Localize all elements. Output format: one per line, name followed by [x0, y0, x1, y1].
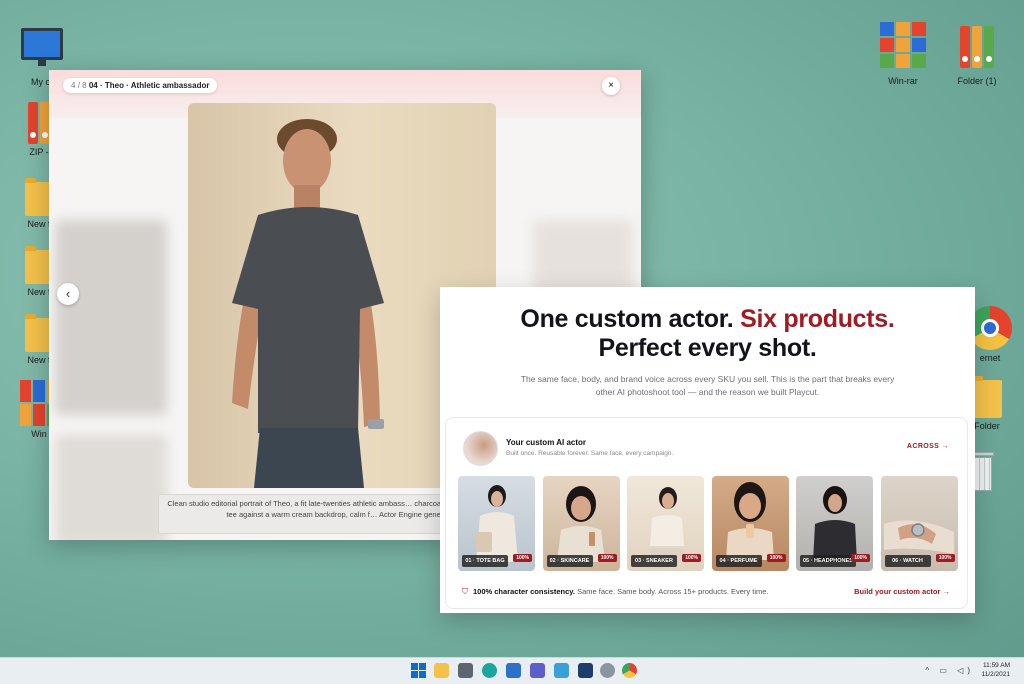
consistency-badge: 100%	[851, 554, 870, 562]
consistency-badge: 100%	[935, 554, 955, 562]
product-label: 05 · HEADPHONES	[800, 555, 856, 567]
product-card[interactable]: 04 · PERFUME 100%	[711, 476, 789, 571]
clock-date: 11/2/2021	[981, 671, 1010, 678]
avatar	[463, 431, 498, 466]
consistency-bold: 100% character consistency.	[473, 587, 576, 596]
close-icon: ×	[608, 80, 614, 91]
settings-icon[interactable]	[600, 663, 615, 678]
store-icon[interactable]	[506, 663, 521, 678]
counter-total: 8	[82, 81, 87, 90]
chevron-left-icon: ‹	[65, 286, 71, 301]
clock[interactable]: 11:59 AM 11/2/2021	[982, 661, 1010, 679]
shield-check-icon: ⛉	[462, 587, 468, 596]
teams-icon[interactable]	[530, 663, 545, 678]
binder-icon	[942, 26, 1012, 68]
consistency-badge: 100%	[766, 554, 786, 562]
edge-icon[interactable]	[482, 663, 497, 678]
counter-separator: /	[77, 81, 80, 90]
image-title: 04 · Theo · Athletic ambassador	[88, 81, 210, 90]
product-card[interactable]: 02 · SKINCARE 100%	[542, 476, 620, 571]
previous-image-button[interactable]: ‹	[57, 283, 79, 305]
consistency-text: Same face. Same body. Across 15+ product…	[575, 587, 769, 596]
desktop-icon-folder-1[interactable]: Folder (1)	[942, 26, 1012, 86]
desktop-icon-winrar[interactable]: Win-rar	[868, 22, 938, 86]
photos-icon[interactable]	[554, 663, 569, 678]
blurred-thumbnail	[55, 220, 167, 415]
system-tray-icons[interactable]: ^ ▭ ◁)	[925, 666, 974, 675]
recycle-bin-icon[interactable]	[972, 452, 994, 492]
model-figure	[726, 482, 774, 560]
headline-accent: Six products.	[740, 305, 895, 333]
desktop-icon-label: Folder (1)	[957, 76, 997, 86]
actor-title: Your custom AI actor	[506, 438, 587, 447]
camera-icon[interactable]	[458, 663, 473, 678]
consistency-badge: 100%	[513, 554, 532, 562]
actor-subtitle: Built once. Reusable forever. Same face,…	[506, 450, 674, 457]
product-label: 02 · SKINCARE	[546, 555, 593, 567]
landing-section: One custom actor. Six products. Perfect …	[440, 287, 975, 613]
model-figure	[557, 486, 605, 562]
headline-line-2: Perfect every shot.	[598, 334, 817, 362]
taskbar: ^ ▭ ◁) 11:59 AM 11/2/2021	[0, 657, 1024, 684]
folder-icon	[972, 376, 1002, 418]
headline-part-1: One custom actor.	[520, 305, 734, 333]
across-link[interactable]: ACROSS →	[907, 443, 949, 450]
chrome-icon[interactable]	[622, 663, 637, 678]
product-label: 06 · WATCH	[884, 555, 931, 567]
product-card[interactable]: 03 · SNEAKER 100%	[627, 476, 704, 571]
subheadline: The same face, body, and brand voice acr…	[520, 374, 895, 397]
winrar-icon	[880, 22, 926, 68]
image-counter: 4 / 8 04 · Theo · Athletic ambassador	[63, 78, 218, 93]
build-actor-link[interactable]: Build your custom actor →	[854, 587, 950, 596]
product-card[interactable]: 01 · TOTE BAG 100%	[458, 476, 535, 571]
product-cards: 01 · TOTE BAG 100% 02 · SKINCARE 100% 03…	[458, 476, 958, 571]
model-figure	[475, 485, 518, 562]
windows-start-icon[interactable]	[411, 663, 426, 678]
product-label: 04 · PERFUME	[715, 555, 762, 567]
consistency-note: ⛉ 100% character consistency. Same face. …	[462, 587, 769, 597]
model-figure	[812, 486, 857, 562]
headline: One custom actor. Six products. Perfect …	[440, 305, 975, 363]
consistency-badge: 100%	[682, 554, 701, 562]
product-card[interactable]: 06 · WATCH 100%	[880, 476, 958, 571]
model-figure	[649, 487, 684, 558]
app-icon[interactable]	[578, 663, 593, 678]
product-label: 01 · TOTE BAG	[462, 555, 508, 567]
actor-panel: Your custom AI actor Built once. Reusabl…	[445, 417, 968, 609]
hand-with-watch	[884, 520, 954, 554]
close-button[interactable]: ×	[602, 77, 620, 95]
consistency-badge: 100%	[597, 554, 617, 562]
clock-time: 11:59 AM	[983, 662, 1010, 669]
computer-icon	[21, 28, 65, 68]
desktop-icon-label: Win-rar	[888, 76, 918, 86]
counter-current: 4	[71, 81, 76, 90]
blurred-thumbnail	[55, 435, 167, 540]
file-explorer-icon[interactable]	[434, 663, 449, 678]
product-card[interactable]: 05 · HEADPHONES 100%	[796, 476, 873, 571]
product-label: 03 · SNEAKER	[631, 555, 677, 567]
